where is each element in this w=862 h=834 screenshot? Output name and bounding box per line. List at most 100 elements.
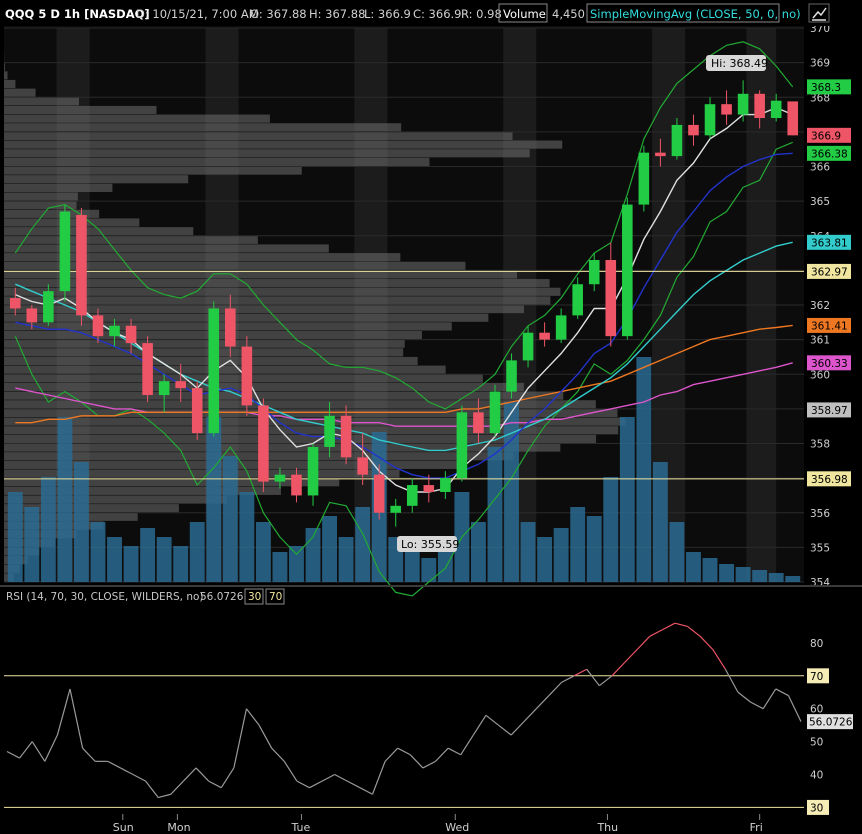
profile-bar — [4, 140, 563, 149]
rsi-tick: 70 — [810, 671, 823, 683]
volume-bar — [619, 417, 635, 582]
candle-body — [588, 259, 600, 285]
profile-bar — [4, 88, 36, 97]
candle-body — [142, 343, 153, 396]
price-tick: 355 — [810, 542, 830, 554]
volume-bar — [123, 546, 139, 582]
price-tick: 365 — [810, 196, 830, 208]
svg-text:Lo: 355.59: Lo: 355.59 — [401, 538, 459, 551]
volume-bar — [90, 522, 106, 582]
candle-body — [688, 124, 699, 136]
candle-body — [324, 415, 335, 447]
time-label: Fri — [750, 821, 763, 834]
profile-bar — [4, 79, 16, 89]
profile-bar — [4, 287, 561, 296]
candle-body — [357, 457, 368, 475]
rsi-pane[interactable] — [4, 608, 804, 814]
volume-bar — [222, 456, 238, 582]
rsi-value: 56.0726 — [200, 591, 244, 603]
candle-body — [456, 412, 468, 479]
header-symbol[interactable]: QQQ 5 D 1h [NASDAQ] — [5, 7, 150, 21]
header-range: R: 0.98 — [461, 7, 502, 21]
candle-body — [655, 152, 666, 157]
profile-bar — [4, 97, 80, 106]
price-tag-value: 358.97 — [811, 405, 848, 417]
profile-bar — [4, 495, 227, 504]
rsi-os: 70 — [269, 591, 282, 603]
candle-body — [721, 104, 732, 115]
candle-body — [770, 100, 782, 119]
candle-body — [622, 204, 633, 337]
profile-bar — [4, 348, 404, 357]
candle-body — [158, 381, 170, 396]
volume-bar — [669, 522, 685, 582]
volume-label[interactable]: Volume — [503, 7, 546, 21]
candle-body — [440, 478, 451, 492]
candle-body — [489, 391, 501, 434]
profile-bar — [4, 443, 561, 452]
volume-bar — [239, 492, 255, 582]
price-tick: 366 — [810, 162, 830, 174]
candle-body — [307, 446, 319, 496]
volume-bar — [586, 516, 602, 582]
time-label: Mon — [167, 821, 190, 834]
profile-bar — [4, 218, 140, 227]
drawing-tool-icon[interactable] — [808, 3, 830, 23]
price-tag-value: 366.9 — [811, 130, 841, 142]
candle-body — [522, 332, 534, 361]
candle-body — [506, 360, 517, 392]
candle-body — [258, 405, 269, 482]
price-tag-value: 368.3 — [811, 82, 841, 94]
volume-bar — [487, 447, 503, 582]
profile-bar — [4, 365, 446, 374]
volume-bar — [636, 357, 652, 582]
candle-body — [59, 211, 71, 292]
profile-bar — [4, 391, 564, 400]
volume-bar — [553, 528, 569, 582]
profile-bar — [4, 244, 329, 253]
price-tag-value: 362.97 — [811, 266, 848, 278]
volume-bar — [289, 546, 304, 582]
candle-body — [291, 474, 302, 496]
volume-bar — [437, 552, 453, 582]
study-label[interactable]: SimpleMovingAvg (CLOSE, 50, 0, no) — [590, 7, 801, 21]
price-tag-value: 360.33 — [811, 358, 848, 370]
candle-body — [638, 152, 650, 205]
hi-label: Hi: 368.49 — [706, 55, 768, 71]
profile-bar — [4, 114, 270, 123]
rsi-tick: 60 — [810, 704, 823, 716]
profile-bar — [4, 183, 113, 192]
candle-body — [208, 308, 220, 434]
volume-bar — [156, 537, 172, 582]
volume-bar — [570, 507, 586, 582]
profile-bar — [4, 166, 302, 175]
candle-body — [605, 259, 617, 337]
volume-bar — [255, 522, 271, 582]
price-tick: 354 — [810, 577, 830, 589]
candle-body — [406, 485, 418, 506]
chart-root: 3543553563573583593603613623633643653663… — [0, 0, 862, 834]
header-date: D: 10/15/21, 7:00 AM — [136, 7, 259, 21]
rsi-axis-ticks: 30 40 50 60 70 80 56.0726 — [807, 638, 853, 815]
candle-body — [274, 474, 286, 482]
time-label: Wed — [445, 821, 469, 834]
volume-value: 4,450 — [552, 7, 585, 21]
volume-bar — [652, 462, 668, 582]
candle-body — [423, 485, 435, 492]
volume-bar — [57, 417, 73, 582]
price-tag-value: 361.41 — [811, 320, 848, 332]
volume-bar — [40, 477, 56, 582]
volume-bar — [702, 558, 718, 582]
candle-body — [787, 101, 799, 136]
volume-bar — [107, 537, 122, 582]
header-high: H: 367.88 — [309, 7, 365, 21]
profile-bar — [4, 105, 157, 115]
volume-bar — [338, 537, 354, 582]
volume-bar — [537, 537, 553, 582]
candle-body — [9, 298, 21, 309]
volume-bar — [504, 402, 519, 582]
price-tick: 369 — [810, 58, 830, 70]
candle-body — [26, 308, 38, 323]
rsi-label[interactable]: RSI (14, 70, 30, CLOSE, WILDERS, no) — [6, 591, 204, 603]
rsi-tick: 30 — [810, 802, 823, 814]
